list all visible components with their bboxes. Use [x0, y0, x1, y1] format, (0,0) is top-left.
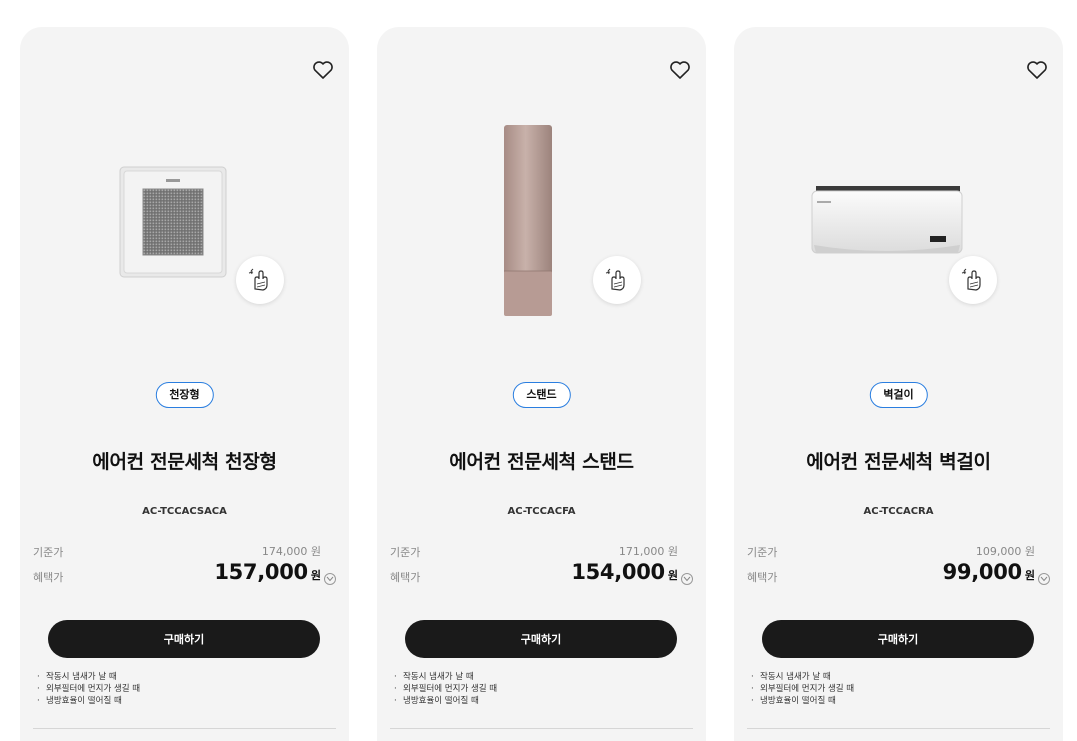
divider [747, 728, 1050, 729]
product-title: 에어컨 전문세척 천장형 [92, 451, 277, 473]
notes-list: 작동시 냄새가 날 때 외부필터에 먼지가 생길 때 냉방효율이 떨어질 때 [36, 671, 140, 707]
category-tag: 스탠드 [512, 382, 571, 408]
list-item: 외부필터에 먼지가 생길 때 [750, 683, 854, 695]
model-code: AC-TCCACFA [507, 506, 576, 517]
chevron-down-circle-icon[interactable] [324, 573, 336, 585]
product-title: 에어컨 전문세척 벽걸이 [806, 451, 991, 473]
base-price-value: 174,000 원 [261, 545, 321, 558]
favorite-heart-icon[interactable] [312, 60, 334, 80]
model-code: AC-TCCACRA [863, 506, 934, 517]
benefit-price-value: 157,000 [214, 560, 308, 584]
benefit-price-label: 혜택가 [390, 571, 421, 584]
divider [33, 728, 336, 729]
model-code: AC-TCCACSACA [142, 506, 227, 517]
chevron-down-circle-icon[interactable] [1038, 573, 1050, 585]
product-card: 벽걸이 에어컨 전문세척 벽걸이 AC-TCCACRA 기준가 109,000 … [734, 27, 1063, 741]
list-item: 냉방효율이 떨어질 때 [750, 695, 854, 707]
list-item: 외부필터에 먼지가 생길 때 [393, 683, 497, 695]
benefit-price: 99,000 원 [943, 560, 1035, 584]
category-tag: 천장형 [155, 382, 214, 408]
base-price-label: 기준가 [33, 546, 64, 559]
product-image-wall-ac [734, 117, 1063, 327]
benefit-price-unit: 원 [310, 569, 321, 582]
base-price-value: 171,000 원 [618, 545, 678, 558]
list-item: 작동시 냄새가 날 때 [393, 671, 497, 683]
buy-button[interactable]: 구매하기 [48, 620, 320, 658]
base-price-value: 109,000 원 [975, 545, 1035, 558]
buy-button[interactable]: 구매하기 [405, 620, 677, 658]
divider [390, 728, 693, 729]
product-title: 에어컨 전문세척 스탠드 [449, 451, 634, 473]
base-price-label: 기준가 [747, 546, 778, 559]
list-item: 외부필터에 먼지가 생길 때 [36, 683, 140, 695]
favorite-heart-icon[interactable] [1026, 60, 1048, 80]
list-item: 작동시 냄새가 날 때 [36, 671, 140, 683]
cleaning-hand-sparkle-icon [236, 256, 284, 304]
benefit-price: 157,000 원 [214, 560, 321, 584]
cleaning-hand-sparkle-icon [593, 256, 641, 304]
notes-list: 작동시 냄새가 날 때 외부필터에 먼지가 생길 때 냉방효율이 떨어질 때 [393, 671, 497, 707]
benefit-price: 154,000 원 [571, 560, 678, 584]
product-image-stand-ac [377, 117, 706, 327]
chevron-down-circle-icon[interactable] [681, 573, 693, 585]
list-item: 작동시 냄새가 날 때 [750, 671, 854, 683]
benefit-price-label: 혜택가 [33, 571, 64, 584]
benefit-price-unit: 원 [667, 569, 678, 582]
product-card: 천장형 에어컨 전문세척 천장형 AC-TCCACSACA 기준가 174,00… [20, 27, 349, 741]
favorite-heart-icon[interactable] [669, 60, 691, 80]
product-card: 스탠드 에어컨 전문세척 스탠드 AC-TCCACFA 기준가 171,000 … [377, 27, 706, 741]
product-card-list: 천장형 에어컨 전문세척 천장형 AC-TCCACSACA 기준가 174,00… [0, 0, 1077, 741]
benefit-price-value: 154,000 [571, 560, 665, 584]
cleaning-hand-sparkle-icon [949, 256, 997, 304]
list-item: 냉방효율이 떨어질 때 [36, 695, 140, 707]
benefit-price-value: 99,000 [942, 560, 1023, 584]
notes-list: 작동시 냄새가 날 때 외부필터에 먼지가 생길 때 냉방효율이 떨어질 때 [750, 671, 854, 707]
benefit-price-unit: 원 [1024, 569, 1035, 582]
benefit-price-label: 혜택가 [747, 571, 778, 584]
base-price-label: 기준가 [390, 546, 421, 559]
list-item: 냉방효율이 떨어질 때 [393, 695, 497, 707]
category-tag: 벽걸이 [869, 382, 928, 408]
buy-button[interactable]: 구매하기 [762, 620, 1034, 658]
product-image-ceiling-ac [20, 117, 349, 327]
